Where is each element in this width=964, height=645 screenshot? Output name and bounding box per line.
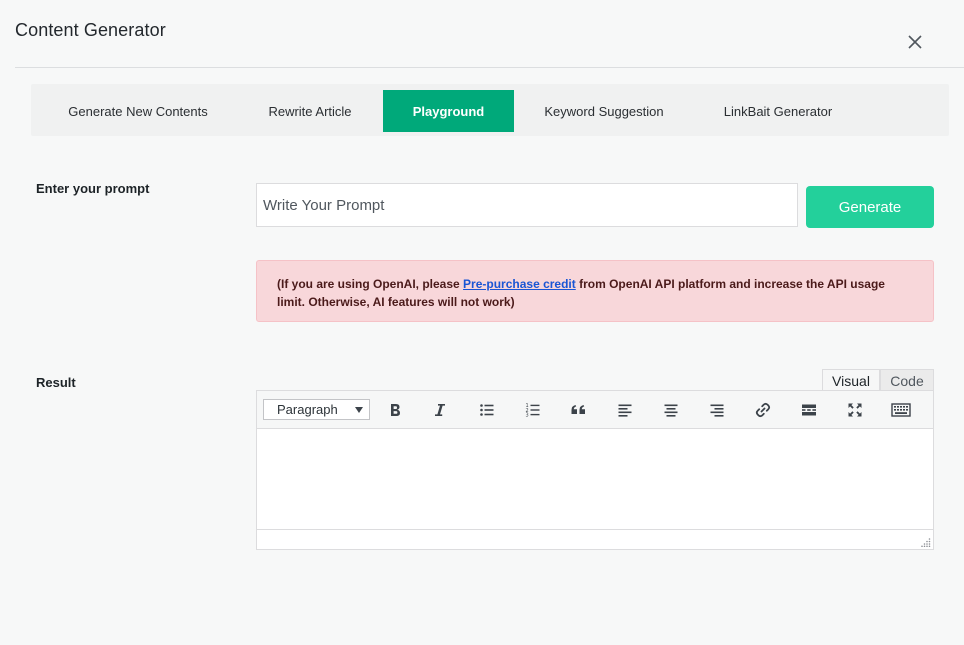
notice-text-before: (If you are using OpenAI, please — [277, 277, 464, 291]
editor-status-bar — [257, 529, 933, 549]
italic-button[interactable] — [428, 399, 452, 421]
tab-playground[interactable]: Playground — [383, 90, 514, 132]
bold-button[interactable] — [383, 399, 407, 421]
tab-bar: Generate New Contents Rewrite Article Pl… — [31, 84, 949, 136]
align-right-icon — [710, 404, 724, 417]
svg-text:3: 3 — [526, 413, 529, 418]
align-center-button[interactable] — [659, 399, 683, 421]
numbered-list-icon: 1 2 3 — [526, 403, 540, 418]
format-select[interactable]: Paragraph — [263, 399, 370, 420]
read-more-button[interactable] — [797, 399, 821, 421]
align-right-button[interactable] — [705, 399, 729, 421]
chevron-down-icon — [355, 407, 363, 413]
fullscreen-icon — [848, 403, 862, 417]
format-select-value: Paragraph — [277, 402, 338, 417]
bullet-list-icon — [480, 404, 494, 416]
close-icon — [908, 35, 922, 49]
close-button[interactable] — [903, 30, 927, 54]
tab-keyword-suggestion[interactable]: Keyword Suggestion — [531, 90, 677, 132]
openai-credit-notice: (If you are using OpenAI, please Pre-pur… — [256, 260, 934, 322]
editor-tab-code[interactable]: Code — [880, 369, 934, 391]
result-editor: Paragraph 1 2 3 — [256, 390, 934, 550]
prompt-label: Enter your prompt — [36, 181, 150, 196]
tab-linkbait-generator[interactable]: LinkBait Generator — [711, 90, 845, 132]
editor-toolbar: Paragraph 1 2 3 — [257, 391, 933, 429]
fullscreen-button[interactable] — [843, 399, 867, 421]
tab-rewrite-article[interactable]: Rewrite Article — [249, 90, 371, 132]
prompt-input[interactable] — [256, 183, 798, 227]
toolbar-toggle-icon — [891, 403, 911, 417]
generate-button[interactable]: Generate — [806, 186, 934, 228]
align-left-button[interactable] — [613, 399, 637, 421]
blockquote-icon — [571, 405, 585, 414]
italic-icon — [435, 404, 445, 416]
align-center-icon — [664, 404, 678, 417]
resize-handle-icon[interactable] — [921, 537, 931, 547]
bullet-list-button[interactable] — [475, 399, 499, 421]
read-more-icon — [802, 404, 816, 416]
editor-tab-visual[interactable]: Visual — [822, 369, 880, 391]
align-left-icon — [618, 404, 632, 417]
insert-link-button[interactable] — [751, 399, 775, 421]
numbered-list-button[interactable]: 1 2 3 — [521, 399, 545, 421]
header-divider — [15, 67, 964, 68]
tab-generate-new-contents[interactable]: Generate New Contents — [45, 90, 231, 132]
pre-purchase-credit-link[interactable]: Pre-purchase credit — [463, 277, 576, 291]
toolbar-toggle-button[interactable] — [889, 399, 913, 421]
bold-icon — [391, 404, 400, 416]
blockquote-button[interactable] — [567, 399, 591, 421]
editor-content-area[interactable] — [257, 429, 933, 529]
result-label: Result — [36, 375, 76, 390]
link-icon — [755, 402, 771, 418]
modal-title: Content Generator — [15, 20, 166, 40]
